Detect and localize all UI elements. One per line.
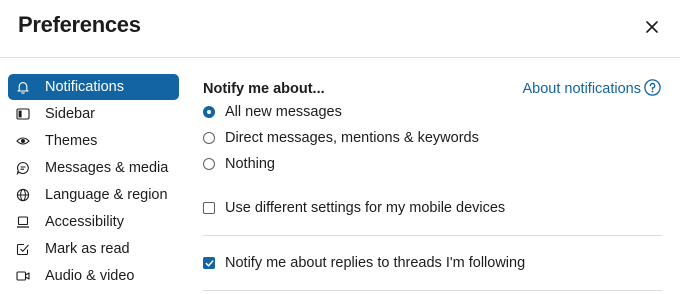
sidebar-item-sidebar[interactable]: Sidebar: [8, 101, 179, 127]
page-title: Preferences: [18, 12, 141, 37]
sidebar-item-label: Mark as read: [45, 241, 130, 257]
option-label: Direct messages, mentions & keywords: [225, 130, 479, 146]
sidebar-nav: Notifications Sidebar Themes Messages & …: [8, 74, 179, 290]
about-notifications-link[interactable]: About notifications: [523, 81, 642, 97]
option-label: Nothing: [225, 156, 275, 172]
check-square-icon: [16, 242, 30, 256]
sidebar-item-accessibility[interactable]: Accessibility: [8, 209, 179, 235]
sidebar-item-label: Accessibility: [45, 214, 124, 230]
mobile-settings-checkbox[interactable]: [203, 202, 215, 214]
sidebar-icon: [16, 107, 30, 121]
sidebar-item-mark-as-read[interactable]: Mark as read: [8, 236, 179, 262]
eye-icon: [16, 134, 30, 148]
sidebar-item-label: Language & region: [45, 187, 168, 203]
notify-option-all[interactable]: All new messages: [203, 102, 342, 122]
sidebar-item-label: Notifications: [45, 79, 124, 95]
laptop-icon: [16, 215, 30, 229]
notify-option-direct[interactable]: Direct messages, mentions & keywords: [203, 128, 479, 148]
sidebar-item-label: Sidebar: [45, 106, 95, 122]
video-icon: [16, 269, 30, 283]
globe-icon: [16, 188, 30, 202]
option-label: Use different settings for my mobile dev…: [225, 200, 506, 216]
header: Preferences: [0, 0, 680, 58]
sidebar-item-messages-media[interactable]: Messages & media: [8, 155, 179, 181]
divider: [203, 290, 662, 291]
notify-option-nothing[interactable]: Nothing: [203, 154, 275, 174]
mobile-settings-option[interactable]: Use different settings for my mobile dev…: [203, 198, 505, 218]
sidebar-item-audio-video[interactable]: Audio & video: [8, 263, 179, 289]
radio-button[interactable]: [203, 106, 215, 118]
option-label: All new messages: [225, 104, 342, 120]
sidebar-item-notifications[interactable]: Notifications: [8, 74, 179, 100]
sidebar-item-themes[interactable]: Themes: [8, 128, 179, 154]
sidebar-item-label: Themes: [45, 133, 98, 149]
option-label: Notify me about replies to threads I'm f…: [225, 255, 526, 271]
divider: [203, 235, 662, 236]
sidebar-item-label: Audio & video: [45, 268, 135, 284]
thread-replies-checkbox[interactable]: [203, 257, 215, 269]
section-title: Notify me about...: [203, 81, 325, 97]
sidebar-item-language-region[interactable]: Language & region: [8, 182, 179, 208]
close-icon[interactable]: [641, 16, 663, 38]
bell-icon: [16, 80, 30, 94]
radio-button[interactable]: [203, 158, 215, 170]
message-icon: [16, 161, 30, 175]
question-circle-icon[interactable]: [644, 79, 661, 96]
radio-button[interactable]: [203, 132, 215, 144]
sidebar-item-label: Messages & media: [45, 160, 169, 176]
thread-replies-option[interactable]: Notify me about replies to threads I'm f…: [203, 253, 525, 273]
